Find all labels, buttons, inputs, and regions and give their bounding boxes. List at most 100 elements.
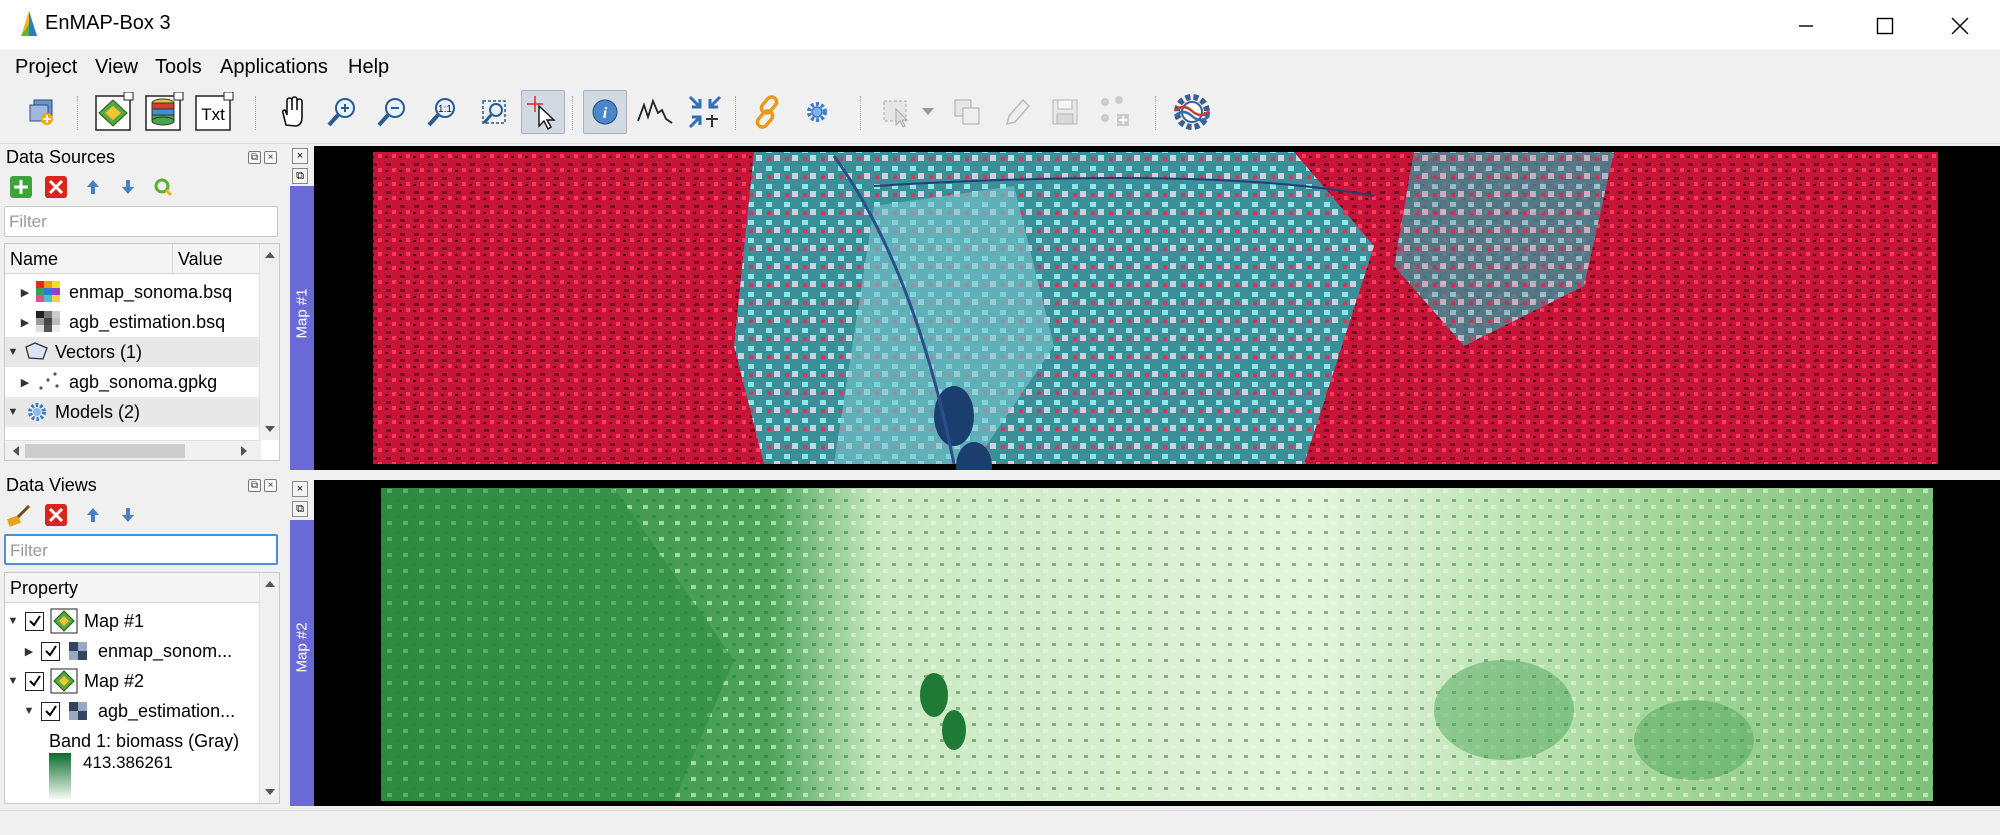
close-panel-icon[interactable]: ×	[264, 151, 277, 164]
open-map-view-button[interactable]	[92, 90, 136, 134]
add-data-source-button[interactable]	[20, 90, 64, 134]
remove-icon	[45, 176, 67, 198]
save-edits-button[interactable]	[1043, 90, 1087, 134]
zoom-out-button[interactable]	[370, 90, 414, 134]
close-panel-icon[interactable]: ×	[264, 479, 277, 492]
maximize-button[interactable]	[1845, 0, 1925, 51]
renderer-label: Band 1: biomass (Gray)	[49, 730, 240, 751]
menu-applications[interactable]: Applications	[220, 56, 328, 79]
open-text-view-button[interactable]: Txt	[192, 90, 236, 134]
list-item[interactable]: ▶ enmap_sonom...	[5, 636, 261, 666]
pan-icon	[281, 96, 303, 127]
minimize-button[interactable]	[1766, 0, 1846, 51]
data-views-vertical-scrollbar[interactable]	[259, 573, 279, 803]
float-panel-icon[interactable]: ⧉	[248, 479, 261, 492]
expand-all-button[interactable]	[115, 502, 141, 528]
collapse-all-button[interactable]	[80, 174, 106, 200]
data-views-filter-input[interactable]: Filter	[4, 534, 278, 565]
map1-dock-tab[interactable]: Map #1	[290, 186, 314, 470]
map2-dock-tab[interactable]: Map #2	[290, 520, 314, 806]
collapse-arrow-icon[interactable]: ▼	[7, 675, 19, 687]
identify-button[interactable]: i	[583, 90, 627, 134]
edit-features-button[interactable]	[995, 90, 1039, 134]
list-item[interactable]: ▼ Map #1	[5, 606, 261, 636]
column-header-name[interactable]: Name	[5, 244, 173, 274]
select-features-button[interactable]	[875, 90, 919, 134]
map1-canvas[interactable]	[314, 146, 2000, 470]
list-item[interactable]: ▶ enmap_sonoma.bsq	[5, 277, 261, 307]
checkmark-icon	[44, 705, 57, 717]
copy-features-button[interactable]	[945, 90, 989, 134]
source-name: agb_estimation.bsq	[69, 311, 226, 332]
menu-view[interactable]: View	[95, 56, 138, 79]
map1-float-button[interactable]: ⧉	[292, 168, 308, 184]
list-item[interactable]: ▼ Map #2	[5, 666, 261, 696]
float-panel-icon[interactable]: ⧉	[248, 151, 261, 164]
processing-toolbox-button[interactable]	[1170, 90, 1214, 134]
expand-arrow-icon[interactable]: ▶	[19, 286, 31, 299]
list-item[interactable]: ▶ agb_sonoma.gpkg	[5, 367, 261, 397]
checkmark-icon	[44, 645, 57, 657]
menu-project[interactable]: Project	[15, 56, 77, 79]
open-spectral-library-button[interactable]	[142, 90, 186, 134]
select-features-icon	[883, 100, 909, 128]
map-style-button[interactable]	[6, 502, 32, 528]
data-sources-filter-input[interactable]: Filter	[4, 206, 278, 237]
map1-visibility-checkbox[interactable]	[25, 611, 44, 631]
menu-tools[interactable]: Tools	[155, 56, 202, 79]
collapse-arrow-icon[interactable]: ▼	[7, 406, 19, 418]
expand-arrow-icon[interactable]: ▶	[19, 376, 31, 389]
close-window-button[interactable]	[1920, 0, 2000, 51]
spectral-profile-button[interactable]	[633, 90, 677, 134]
qgis-sync-button[interactable]	[150, 174, 176, 200]
collapse-all-button[interactable]	[80, 502, 106, 528]
data-sources-horizontal-scrollbar[interactable]	[5, 440, 261, 460]
link-maps-button[interactable]	[745, 90, 789, 134]
svg-text:Txt: Txt	[201, 105, 225, 124]
menu-help[interactable]: Help	[348, 56, 389, 79]
expand-arrow-icon[interactable]: ▶	[19, 316, 31, 329]
models-group-icon	[28, 403, 46, 421]
add-source-button[interactable]	[8, 174, 34, 200]
layer-visibility-checkbox[interactable]	[41, 641, 60, 661]
zoom-full-extent-button[interactable]	[472, 90, 516, 134]
column-header-property[interactable]: Property	[5, 573, 261, 603]
layer-visibility-checkbox[interactable]	[41, 701, 60, 721]
data-sources-vertical-scrollbar[interactable]	[259, 244, 279, 440]
zoom-native-resolution-button[interactable]: 1:1	[420, 90, 464, 134]
list-item[interactable]: ▶ agb_estimation.bsq	[5, 307, 261, 337]
list-item[interactable]: ▼ Vectors (1)	[5, 337, 261, 367]
expand-arrow-icon[interactable]: ▶	[23, 645, 35, 658]
list-item[interactable]: ▼ Models (2)	[5, 397, 261, 427]
open-text-view-icon: Txt	[195, 92, 234, 131]
group-name: Models (2)	[55, 401, 141, 422]
raster-layer-icon	[69, 642, 87, 660]
list-item[interactable]: ▼ agb_estimation...	[5, 696, 261, 726]
vector-group-icon	[25, 342, 48, 360]
map1-close-button[interactable]: ×	[292, 148, 308, 164]
crosshair-sync-button[interactable]	[683, 90, 727, 134]
select-features-dropdown[interactable]	[918, 90, 938, 134]
add-feature-button[interactable]	[1093, 90, 1137, 134]
select-location-icon	[527, 96, 556, 130]
map2-float-button[interactable]: ⧉	[292, 501, 308, 517]
remove-source-button[interactable]	[43, 174, 69, 200]
zoom-native-resolution-icon: 1:1	[427, 98, 455, 127]
map2-visibility-checkbox[interactable]	[25, 671, 44, 691]
collapse-arrow-icon[interactable]: ▼	[7, 615, 19, 627]
menu-bar: Project View Tools Applications Help	[0, 51, 2000, 84]
collapse-arrow-icon[interactable]: ▼	[23, 705, 35, 717]
expand-all-button[interactable]	[115, 174, 141, 200]
select-location-button[interactable]	[521, 90, 565, 134]
settings-button[interactable]	[795, 90, 839, 134]
enmap-box-logo-icon	[21, 11, 37, 36]
remove-view-button[interactable]	[43, 502, 69, 528]
map2-canvas[interactable]	[314, 480, 2000, 806]
pan-button[interactable]	[270, 90, 314, 134]
zoom-in-button[interactable]	[320, 90, 364, 134]
collapse-arrow-icon[interactable]: ▼	[7, 346, 19, 358]
add-feature-icon	[1101, 96, 1129, 126]
edit-features-icon	[1005, 98, 1031, 126]
column-header-value[interactable]: Value	[173, 244, 261, 274]
map2-close-button[interactable]: ×	[292, 481, 308, 497]
